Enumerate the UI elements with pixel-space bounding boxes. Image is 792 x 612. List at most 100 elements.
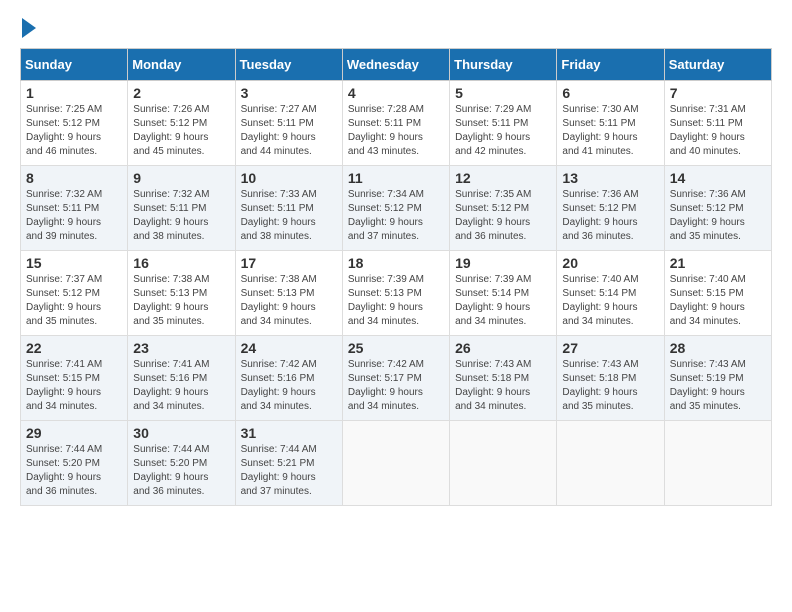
day-number: 17: [241, 255, 337, 271]
day-info: Sunrise: 7:43 AM Sunset: 5:18 PM Dayligh…: [455, 358, 551, 414]
day-header-wednesday: Wednesday: [342, 49, 449, 81]
calendar-week-row: 8 Sunrise: 7:32 AM Sunset: 5:11 PM Daylig…: [21, 166, 772, 251]
day-info: Sunrise: 7:39 AM Sunset: 5:13 PM Dayligh…: [348, 273, 444, 329]
day-number: 19: [455, 255, 551, 271]
logo: [20, 20, 36, 38]
day-number: 28: [670, 340, 766, 356]
page-header: [20, 20, 772, 38]
day-info: Sunrise: 7:29 AM Sunset: 5:11 PM Dayligh…: [455, 103, 551, 159]
calendar-table: SundayMondayTuesdayWednesdayThursdayFrid…: [20, 48, 772, 506]
day-number: 14: [670, 170, 766, 186]
calendar-cell: 27 Sunrise: 7:43 AM Sunset: 5:18 PM Dayli…: [557, 336, 664, 421]
calendar-cell: 8Sunrise: 7:32 AM Sunset: 5:11 PM Daylig…: [21, 166, 128, 251]
day-info: Sunrise: 7:30 AM Sunset: 5:11 PM Dayligh…: [562, 103, 658, 159]
day-info: Sunrise: 7:43 AM Sunset: 5:19 PM Dayligh…: [670, 358, 766, 414]
day-number: 7: [670, 85, 766, 101]
day-info: Sunrise: 7:44 AM Sunset: 5:20 PM Dayligh…: [133, 443, 229, 499]
day-number: 1: [26, 85, 122, 101]
day-header-monday: Monday: [128, 49, 235, 81]
calendar-cell: 15 Sunrise: 7:37 AM Sunset: 5:12 PM Dayli…: [21, 251, 128, 336]
calendar-cell: 3 Sunrise: 7:27 AM Sunset: 5:11 PM Daylig…: [235, 81, 342, 166]
calendar-cell: 9 Sunrise: 7:32 AM Sunset: 5:11 PM Daylig…: [128, 166, 235, 251]
calendar-cell: 13 Sunrise: 7:36 AM Sunset: 5:12 PM Dayli…: [557, 166, 664, 251]
day-info: Sunrise: 7:36 AM Sunset: 5:12 PM Dayligh…: [562, 188, 658, 244]
calendar-cell: [664, 421, 771, 506]
day-info: Sunrise: 7:42 AM Sunset: 5:17 PM Dayligh…: [348, 358, 444, 414]
day-info: Sunrise: 7:40 AM Sunset: 5:15 PM Dayligh…: [670, 273, 766, 329]
calendar-cell: 31 Sunrise: 7:44 AM Sunset: 5:21 PM Dayli…: [235, 421, 342, 506]
day-info: Sunrise: 7:34 AM Sunset: 5:12 PM Dayligh…: [348, 188, 444, 244]
calendar-cell: 25 Sunrise: 7:42 AM Sunset: 5:17 PM Dayli…: [342, 336, 449, 421]
calendar-cell: 23Sunrise: 7:41 AM Sunset: 5:16 PM Dayli…: [128, 336, 235, 421]
day-info: Sunrise: 7:31 AM Sunset: 5:11 PM Dayligh…: [670, 103, 766, 159]
day-number: 15: [26, 255, 122, 271]
calendar-week-row: 29 Sunrise: 7:44 AM Sunset: 5:20 PM Dayli…: [21, 421, 772, 506]
day-info: Sunrise: 7:43 AM Sunset: 5:18 PM Dayligh…: [562, 358, 658, 414]
day-number: 31: [241, 425, 337, 441]
calendar-cell: 2Sunrise: 7:26 AM Sunset: 5:12 PM Daylig…: [128, 81, 235, 166]
calendar-cell: 17 Sunrise: 7:38 AM Sunset: 5:13 PM Dayli…: [235, 251, 342, 336]
day-number: 12: [455, 170, 551, 186]
day-info: Sunrise: 7:28 AM Sunset: 5:11 PM Dayligh…: [348, 103, 444, 159]
day-info: Sunrise: 7:32 AM Sunset: 5:11 PM Dayligh…: [133, 188, 229, 244]
calendar-cell: 30 Sunrise: 7:44 AM Sunset: 5:20 PM Dayli…: [128, 421, 235, 506]
day-info: Sunrise: 7:38 AM Sunset: 5:13 PM Dayligh…: [241, 273, 337, 329]
calendar-cell: 4 Sunrise: 7:28 AM Sunset: 5:11 PM Daylig…: [342, 81, 449, 166]
day-number: 22: [26, 340, 122, 356]
calendar-cell: 26 Sunrise: 7:43 AM Sunset: 5:18 PM Dayli…: [450, 336, 557, 421]
calendar-cell: 7 Sunrise: 7:31 AM Sunset: 5:11 PM Daylig…: [664, 81, 771, 166]
calendar-cell: [342, 421, 449, 506]
day-number: 5: [455, 85, 551, 101]
logo-arrow-icon: [22, 18, 36, 38]
calendar-cell: 29 Sunrise: 7:44 AM Sunset: 5:20 PM Dayli…: [21, 421, 128, 506]
day-info: Sunrise: 7:41 AM Sunset: 5:15 PM Dayligh…: [26, 358, 122, 414]
day-info: Sunrise: 7:39 AM Sunset: 5:14 PM Dayligh…: [455, 273, 551, 329]
day-number: 13: [562, 170, 658, 186]
day-number: 6: [562, 85, 658, 101]
day-header-friday: Friday: [557, 49, 664, 81]
calendar-cell: 16 Sunrise: 7:38 AM Sunset: 5:13 PM Dayli…: [128, 251, 235, 336]
day-header-sunday: Sunday: [21, 49, 128, 81]
day-info: Sunrise: 7:25 AM Sunset: 5:12 PM Dayligh…: [26, 103, 122, 159]
day-info: Sunrise: 7:37 AM Sunset: 5:12 PM Dayligh…: [26, 273, 122, 329]
calendar-cell: [450, 421, 557, 506]
calendar-cell: 14 Sunrise: 7:36 AM Sunset: 5:12 PM Dayli…: [664, 166, 771, 251]
day-number: 24: [241, 340, 337, 356]
calendar-cell: 18Sunrise: 7:39 AM Sunset: 5:13 PM Dayli…: [342, 251, 449, 336]
day-info: Sunrise: 7:44 AM Sunset: 5:21 PM Dayligh…: [241, 443, 337, 499]
day-number: 3: [241, 85, 337, 101]
calendar-cell: 28 Sunrise: 7:43 AM Sunset: 5:19 PM Dayli…: [664, 336, 771, 421]
calendar-cell: 11 Sunrise: 7:34 AM Sunset: 5:12 PM Dayli…: [342, 166, 449, 251]
day-info: Sunrise: 7:40 AM Sunset: 5:14 PM Dayligh…: [562, 273, 658, 329]
calendar-cell: 12 Sunrise: 7:35 AM Sunset: 5:12 PM Dayli…: [450, 166, 557, 251]
day-info: Sunrise: 7:36 AM Sunset: 5:12 PM Dayligh…: [670, 188, 766, 244]
day-number: 27: [562, 340, 658, 356]
calendar-cell: 19 Sunrise: 7:39 AM Sunset: 5:14 PM Dayli…: [450, 251, 557, 336]
calendar-week-row: 1 Sunrise: 7:25 AM Sunset: 5:12 PM Daylig…: [21, 81, 772, 166]
calendar-cell: 20 Sunrise: 7:40 AM Sunset: 5:14 PM Dayli…: [557, 251, 664, 336]
day-info: Sunrise: 7:42 AM Sunset: 5:16 PM Dayligh…: [241, 358, 337, 414]
day-number: 11: [348, 170, 444, 186]
day-number: 21: [670, 255, 766, 271]
day-number: 4: [348, 85, 444, 101]
day-header-thursday: Thursday: [450, 49, 557, 81]
day-info: Sunrise: 7:38 AM Sunset: 5:13 PM Dayligh…: [133, 273, 229, 329]
day-header-saturday: Saturday: [664, 49, 771, 81]
day-number: 29: [26, 425, 122, 441]
day-info: Sunrise: 7:44 AM Sunset: 5:20 PM Dayligh…: [26, 443, 122, 499]
day-number: 20: [562, 255, 658, 271]
day-info: Sunrise: 7:35 AM Sunset: 5:12 PM Dayligh…: [455, 188, 551, 244]
day-number: 30: [133, 425, 229, 441]
calendar-cell: 22 Sunrise: 7:41 AM Sunset: 5:15 PM Dayli…: [21, 336, 128, 421]
calendar-cell: 24 Sunrise: 7:42 AM Sunset: 5:16 PM Dayli…: [235, 336, 342, 421]
day-number: 26: [455, 340, 551, 356]
calendar-header-row: SundayMondayTuesdayWednesdayThursdayFrid…: [21, 49, 772, 81]
day-number: 16: [133, 255, 229, 271]
day-number: 25: [348, 340, 444, 356]
day-info: Sunrise: 7:27 AM Sunset: 5:11 PM Dayligh…: [241, 103, 337, 159]
day-number: 8: [26, 170, 122, 186]
calendar-week-row: 15 Sunrise: 7:37 AM Sunset: 5:12 PM Dayli…: [21, 251, 772, 336]
calendar-cell: [557, 421, 664, 506]
calendar-week-row: 22 Sunrise: 7:41 AM Sunset: 5:15 PM Dayli…: [21, 336, 772, 421]
day-number: 9: [133, 170, 229, 186]
